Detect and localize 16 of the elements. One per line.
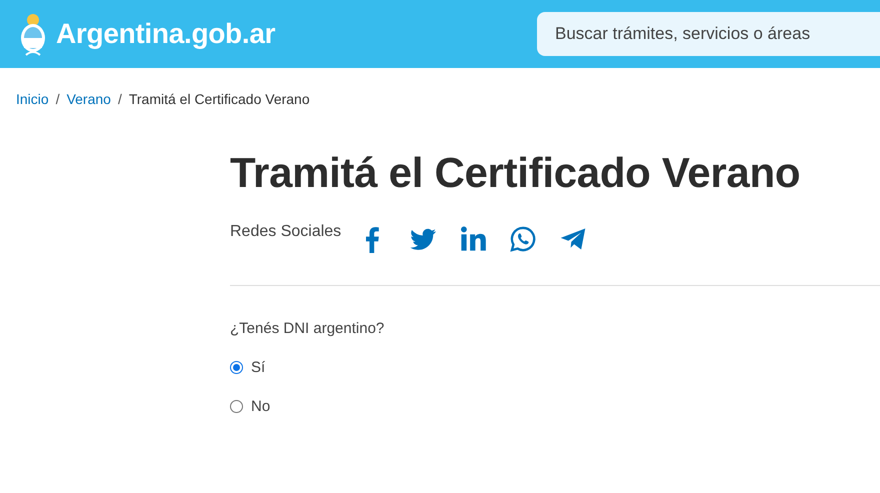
radio-button[interactable]	[230, 360, 243, 374]
radio-label[interactable]: Sí	[251, 358, 266, 376]
linkedin-icon[interactable]	[459, 225, 488, 253]
breadcrumb-link[interactable]: Verano	[66, 91, 111, 107]
coat-of-arms-icon	[18, 11, 48, 57]
breadcrumb-separator: /	[56, 91, 60, 107]
radio-label[interactable]: No	[251, 398, 270, 414]
page-title: Tramitá el Certificado Verano	[230, 148, 802, 198]
breadcrumb-separator: /	[118, 91, 122, 107]
breadcrumb-link[interactable]: Inicio	[16, 91, 49, 107]
radio-button[interactable]	[230, 400, 243, 412]
whatsapp-icon[interactable]	[509, 225, 538, 253]
share-label: Redes Sociales	[230, 222, 342, 241]
search-field[interactable]: Buscar trámites, servicios o áreas	[537, 12, 880, 56]
question-label: ¿Tenés DNI argentino?	[230, 320, 386, 337]
breadcrumb-current: Tramitá el Certificado Verano	[128, 91, 310, 107]
